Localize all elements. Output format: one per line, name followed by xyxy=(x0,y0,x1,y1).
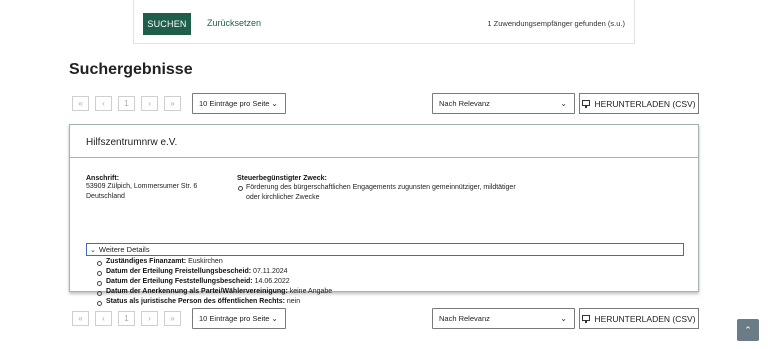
chevron-down-icon: ⌄ xyxy=(560,314,567,323)
last-page-button[interactable]: » xyxy=(164,96,181,111)
sort-value: Nach Relevanz xyxy=(439,314,490,323)
download-csv-button[interactable]: HERUNTERLADEN (CSV) xyxy=(579,308,699,329)
purpose-line: Förderung des bürgerschaftlichen Engagem… xyxy=(246,184,516,191)
address-label: Anschrift: xyxy=(86,175,120,182)
monitor-icon xyxy=(582,315,591,323)
detail-value: Euskirchen xyxy=(188,258,223,265)
page-title: Suchergebnisse xyxy=(69,61,193,78)
per-page-select[interactable]: 10 Einträge pro Seite ⌄ xyxy=(192,308,286,329)
per-page-value: 10 Einträge pro Seite xyxy=(199,314,270,323)
chevron-down-icon: ⌄ xyxy=(271,99,278,108)
search-bar: SUCHEN Zurücksetzen 1 Zuwendungsempfänge… xyxy=(133,0,635,44)
detail-label: Datum der Erteilung Feststellungsbeschei… xyxy=(106,278,253,285)
detail-item: Datum der Erteilung Feststellungsbeschei… xyxy=(97,277,332,287)
chevron-down-icon: ⌄ xyxy=(271,314,278,323)
detail-value: keine Angabe xyxy=(289,288,333,295)
first-page-button[interactable]: « xyxy=(72,96,89,111)
address-block: Anschrift: 53909 Zülpich, Lommersumer St… xyxy=(86,175,197,201)
page-number-button[interactable]: 1 xyxy=(118,96,135,111)
detail-item: Status als juristische Person des öffent… xyxy=(97,297,332,307)
next-page-button[interactable]: › xyxy=(141,311,158,326)
reset-link[interactable]: Zurücksetzen xyxy=(207,18,261,28)
address-line: Deutschland xyxy=(86,192,125,200)
result-name: Hilfszentrumnrw e.V. xyxy=(70,125,698,158)
detail-item: Datum der Erteilung Freistellungsbeschei… xyxy=(97,267,332,277)
detail-value: 14.06.2022 xyxy=(254,278,290,285)
address-line: 53909 Zülpich, Lommersumer Str. 6 xyxy=(86,183,198,190)
pagination-bottom: « ‹ 1 › » xyxy=(72,311,181,326)
chevron-down-icon: ⌄ xyxy=(90,246,96,254)
detail-item: Datum der Anerkennung als Partei/Wählerv… xyxy=(97,287,332,297)
last-page-button[interactable]: » xyxy=(164,311,181,326)
scroll-to-top-button[interactable]: ⌃ xyxy=(737,319,759,341)
details-list: Zuständiges Finanzamt: Euskirchen Datum … xyxy=(97,257,332,307)
purpose-label: Steuerbegünstigter Zweck: xyxy=(237,175,327,182)
pagination-top: « ‹ 1 › » xyxy=(72,96,181,111)
purpose-line: oder kirchlicher Zwecke xyxy=(246,193,320,201)
detail-label: Datum der Anerkennung als Partei/Wählerv… xyxy=(106,288,288,295)
per-page-select[interactable]: 10 Einträge pro Seite ⌄ xyxy=(192,93,286,114)
detail-label: Zuständiges Finanzamt: xyxy=(106,258,187,265)
prev-page-button[interactable]: ‹ xyxy=(95,96,112,111)
download-label: HERUNTERLADEN (CSV) xyxy=(594,98,696,109)
arrow-up-icon: ⌃ xyxy=(744,324,752,335)
sort-select[interactable]: Nach Relevanz ⌄ xyxy=(432,308,575,329)
first-page-button[interactable]: « xyxy=(72,311,89,326)
next-page-button[interactable]: › xyxy=(141,96,158,111)
prev-page-button[interactable]: ‹ xyxy=(95,311,112,326)
detail-value: nein xyxy=(286,298,301,305)
per-page-value: 10 Einträge pro Seite xyxy=(199,99,270,108)
detail-label: Status als juristische Person des öffent… xyxy=(106,298,285,305)
sort-select[interactable]: Nach Relevanz ⌄ xyxy=(432,93,575,114)
purpose-block: Steuerbegünstigter Zweck: Förderung des … xyxy=(237,175,557,202)
search-button[interactable]: SUCHEN xyxy=(143,13,191,35)
download-csv-button[interactable]: HERUNTERLADEN (CSV) xyxy=(579,93,699,114)
purpose-item: Förderung des bürgerschaftlichen Engagem… xyxy=(237,183,557,202)
chevron-down-icon: ⌄ xyxy=(560,99,567,108)
result-summary: 1 Zuwendungsempfänger gefunden (s.u.) xyxy=(487,19,625,28)
page-number-button[interactable]: 1 xyxy=(118,311,135,326)
detail-item: Zuständiges Finanzamt: Euskirchen xyxy=(97,257,332,267)
details-label: Weitere Details xyxy=(98,245,150,254)
detail-label: Datum der Erteilung Freistellungsbeschei… xyxy=(106,268,252,275)
detail-value: 07.11.2024 xyxy=(253,268,288,275)
monitor-icon xyxy=(582,100,591,108)
details-toggle[interactable]: ⌄ Weitere Details xyxy=(86,243,684,256)
sort-value: Nach Relevanz xyxy=(439,99,490,108)
download-label: HERUNTERLADEN (CSV) xyxy=(594,313,696,324)
result-card: Hilfszentrumnrw e.V. Anschrift: 53909 Zü… xyxy=(69,124,699,306)
